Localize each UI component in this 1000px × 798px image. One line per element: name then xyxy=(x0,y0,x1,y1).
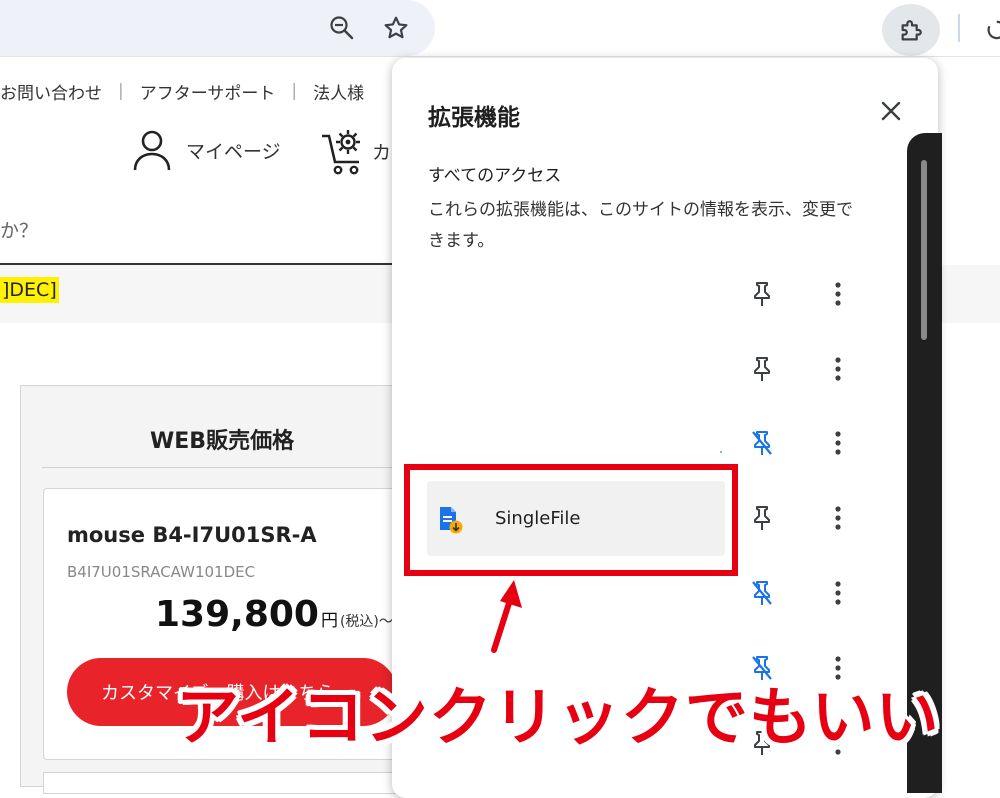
mypage-link[interactable]: マイページ xyxy=(132,128,281,172)
cart-link[interactable]: カ xyxy=(320,126,391,176)
nav-link-after-support[interactable]: アフターサポート xyxy=(140,79,276,104)
highlighted-text: ]DEC] xyxy=(0,277,59,303)
price-value: 139,800 xyxy=(155,594,319,635)
nav-separator: | xyxy=(291,81,298,101)
arrow-icon xyxy=(488,576,526,656)
more-options-icon[interactable] xyxy=(824,354,852,384)
nav-link-corporate[interactable]: 法人様 xyxy=(313,79,364,104)
product-model: mouse B4-I7U01SR-A xyxy=(67,523,317,547)
nav-link-contact[interactable]: お問い合わせ xyxy=(0,79,102,104)
more-options-icon[interactable] xyxy=(824,578,852,608)
puzzle-icon xyxy=(896,14,928,46)
reload-icon[interactable] xyxy=(984,14,1000,44)
product-sku: B4I7U01SRACAW101DEC xyxy=(67,563,256,581)
access-description: これらの拡張機能は、このサイトの情報を表示、変更できます。 xyxy=(428,200,853,251)
toolbar-border xyxy=(0,56,1000,57)
product-card-next xyxy=(43,772,425,794)
price-tax-note: (税込)〜 xyxy=(339,614,393,630)
highlight-box xyxy=(404,464,738,576)
popup-title: 拡張機能 xyxy=(428,105,520,131)
cart-gear-icon xyxy=(322,130,360,175)
price-section-title: WEB販売価格 xyxy=(150,429,295,454)
more-options-icon[interactable] xyxy=(824,503,852,533)
mypage-label: マイページ xyxy=(186,140,281,163)
pin-icon[interactable] xyxy=(748,279,776,309)
more-options-icon[interactable] xyxy=(824,279,852,309)
access-heading: すべてのアクセス xyxy=(428,166,562,186)
pin-icon[interactable] xyxy=(748,503,776,533)
price-currency: 円 xyxy=(320,611,338,631)
toolbar-divider xyxy=(958,14,960,42)
unpin-icon[interactable] xyxy=(748,578,776,608)
address-bar[interactable] xyxy=(0,0,435,56)
more-options-icon[interactable] xyxy=(824,428,852,458)
zoom-out-icon[interactable] xyxy=(326,12,358,44)
scrollbar-thumb[interactable] xyxy=(921,160,927,340)
nav-separator: | xyxy=(118,81,124,101)
stray-dot xyxy=(720,451,722,453)
user-icon xyxy=(133,130,171,171)
title-divider xyxy=(42,467,422,468)
close-icon[interactable] xyxy=(876,96,906,126)
annotation-caption: アイコンクリックでもいい xyxy=(176,681,940,754)
star-icon[interactable] xyxy=(380,12,412,44)
search-hint: か？ xyxy=(0,220,39,242)
top-navigation: お問い合わせ | アフターサポート | 法人様 xyxy=(0,78,364,104)
unpin-icon[interactable] xyxy=(748,428,776,458)
pin-icon[interactable] xyxy=(748,354,776,384)
cart-label: カ xyxy=(372,141,392,164)
product-price: 139,800 円 (税込)〜 xyxy=(155,594,393,635)
